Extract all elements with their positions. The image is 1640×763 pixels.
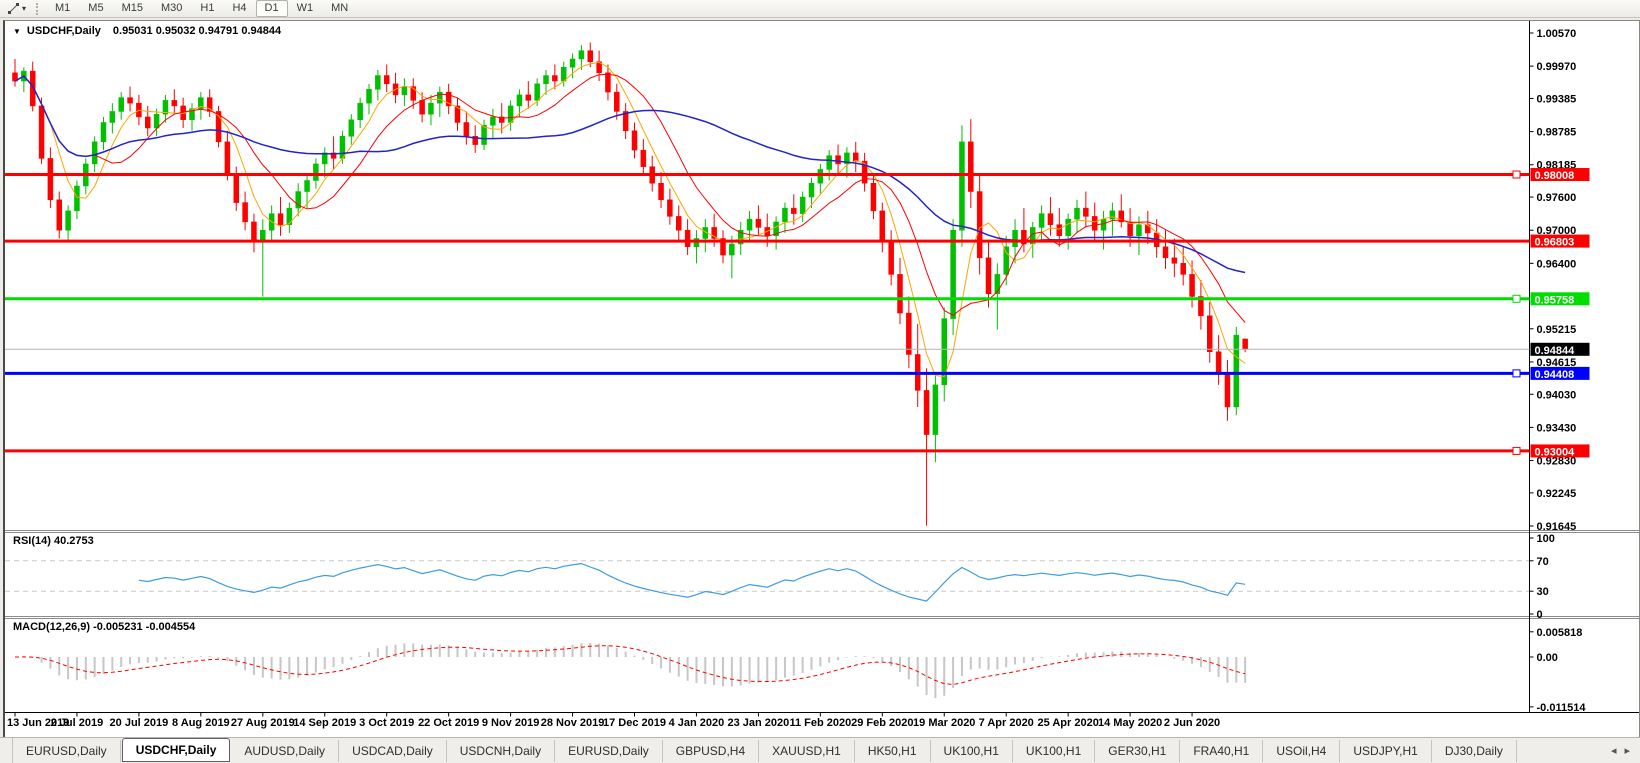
- mt4-app: ▾ M1 M5 M15 M30 H1 H4 D1 W1 MN 1.00570 0.99970 0.9…: [0, 0, 1640, 763]
- timeframe-button-m5[interactable]: M5: [79, 0, 112, 17]
- price-axis-label: 0.92245: [1537, 488, 1577, 500]
- rsi-axis-label: 100: [1537, 533, 1555, 545]
- price-axis-label: 1.00570: [1537, 28, 1577, 40]
- level-line-handle[interactable]: [1512, 446, 1521, 455]
- macd-axis-label: 0.00: [1537, 652, 1558, 664]
- current-price-label: 0.94844: [1535, 345, 1576, 357]
- time-axis-label[interactable]: 20 Jul 2019: [110, 717, 169, 729]
- tab-audusd-daily[interactable]: AUDUSD,Daily: [231, 739, 340, 762]
- time-axis-label[interactable]: 17 Dec 2019: [603, 717, 666, 729]
- time-axis-label[interactable]: 19 Mar 2020: [913, 717, 975, 729]
- price-axis-label: 0.96400: [1537, 258, 1577, 270]
- macd-axis-label: 0.005818: [1537, 627, 1583, 639]
- timeframe-button-h4[interactable]: H4: [223, 0, 255, 17]
- time-axis-label[interactable]: 23 Jan 2020: [728, 717, 790, 729]
- level-line-handle[interactable]: [1512, 294, 1521, 303]
- time-axis-label[interactable]: 4 Jan 2020: [669, 717, 725, 729]
- chart-title-bar: ▼ USDCHF,Daily 0.95031 0.95032 0.94791 0…: [13, 25, 281, 37]
- tab-scroll-left-icon[interactable]: ◂: [1611, 744, 1617, 757]
- time-axis-label[interactable]: 25 Apr 2020: [1037, 717, 1098, 729]
- macd-histogram: [22, 642, 1247, 699]
- timeframe-button-mn[interactable]: MN: [322, 0, 357, 17]
- level-price-label: 0.94408: [1535, 369, 1575, 381]
- price-axis-label: 0.99385: [1537, 93, 1577, 105]
- ohlc-readout: 0.95031 0.95032 0.94791 0.94844: [112, 25, 282, 37]
- rsi-axis-label: 0: [1537, 609, 1543, 621]
- tab-hk50-h1[interactable]: HK50,H1: [855, 739, 931, 762]
- rsi-pane-title: RSI(14) 40.2753: [13, 535, 94, 547]
- time-axis-label[interactable]: 9 Nov 2019: [482, 717, 539, 729]
- time-axis-label[interactable]: 28 Nov 2019: [541, 717, 605, 729]
- level-line-handle[interactable]: [1512, 170, 1521, 179]
- time-axis-label[interactable]: 3 Oct 2019: [359, 717, 414, 729]
- rsi-axis-label: 30: [1537, 586, 1549, 598]
- price-axis-label: 0.91645: [1537, 521, 1577, 533]
- price-axis-label: 0.99970: [1537, 61, 1577, 73]
- time-axis-label[interactable]: 14 May 2020: [1098, 717, 1162, 729]
- time-axis-label[interactable]: 22 Oct 2019: [418, 717, 479, 729]
- time-axis-label[interactable]: 2 Jul 2019: [51, 717, 104, 729]
- level-price-label: 0.98008: [1535, 170, 1575, 182]
- macd-signal-line: [14, 645, 1246, 686]
- toolbar-grip[interactable]: [36, 2, 39, 15]
- time-axis-label[interactable]: 8 Aug 2019: [172, 717, 230, 729]
- collapse-ohlc-triangle-icon[interactable]: ▼: [13, 27, 21, 36]
- time-axis-label[interactable]: 14 Sep 2019: [293, 717, 356, 729]
- chart-tabs: EURUSD,Daily USDCHF,Daily AUDUSD,Daily USDC…: [12, 737, 1517, 763]
- tab-gbpusd-h4[interactable]: GBPUSD,H4: [663, 739, 760, 762]
- tool-dropdown-caret-icon[interactable]: ▾: [22, 4, 26, 13]
- tab-scroll-arrows: ◂ ▸: [1611, 744, 1630, 757]
- tab-uk100-h1[interactable]: UK100,H1: [931, 739, 1013, 762]
- macd-pane-title: MACD(12,26,9) -0.005231 -0.004554: [13, 621, 196, 633]
- rsi-axis-label: 70: [1537, 556, 1549, 568]
- rsi-line: [138, 562, 1246, 602]
- price-axis-label: 0.94030: [1537, 389, 1577, 401]
- timeframe-button-h1[interactable]: H1: [191, 0, 223, 17]
- crosshair-line-tool-icon: [8, 3, 19, 14]
- timeframe-button-m15[interactable]: M15: [113, 0, 152, 17]
- macd-axis-label: -0.011514: [1537, 702, 1587, 714]
- tab-uk100-h1-2[interactable]: UK100,H1: [1013, 739, 1096, 762]
- time-axis-label[interactable]: 29 Feb 2020: [851, 717, 913, 729]
- symbol-timeframe-label: USDCHF,Daily: [26, 25, 101, 37]
- timeframe-toolbar: M1 M5 M15 M30 H1 H4 D1 W1 MN: [46, 0, 357, 17]
- ma-medium-line[interactable]: [14, 73, 1246, 323]
- level-price-label: 0.96803: [1535, 237, 1575, 249]
- timeframe-button-d1[interactable]: D1: [255, 0, 288, 17]
- level-line-handle[interactable]: [1512, 369, 1521, 378]
- timeframe-button-m1[interactable]: M1: [46, 0, 79, 17]
- tab-eurusd-daily[interactable]: EURUSD,Daily: [13, 739, 121, 762]
- tab-xauusd-h1[interactable]: XAUUSD,H1: [759, 739, 855, 762]
- tab-usdchf-daily[interactable]: USDCHF,Daily: [121, 737, 231, 762]
- tab-usdcnh-daily[interactable]: USDCNH,Daily: [447, 739, 556, 762]
- tab-eurusd-daily-2[interactable]: EURUSD,Daily: [555, 739, 663, 762]
- crosshair-line-tool-button[interactable]: ▾: [4, 1, 29, 16]
- price-axis-label: 0.98785: [1537, 127, 1577, 139]
- time-axis-label[interactable]: 27 Aug 2019: [231, 717, 295, 729]
- time-axis: 13 Jun 20192 Jul 2019 20 Jul 2019 8 Aug 20…: [7, 712, 1220, 729]
- tab-usoil-h4[interactable]: USOil,H4: [1263, 739, 1341, 762]
- chart-canvas[interactable]: 1.005700.999700.993850.987850.981850.976…: [5, 21, 1639, 737]
- timeframe-button-w1[interactable]: W1: [288, 0, 323, 17]
- level-price-label: 0.95758: [1535, 294, 1575, 306]
- level-price-label: 0.93004: [1535, 446, 1576, 458]
- chart-window: 1.00570 0.99970 0.99385 0.98785 0.98185 0.976…: [3, 20, 1640, 738]
- timeframe-button-m30[interactable]: M30: [152, 0, 191, 17]
- candlestick-series: [12, 42, 1248, 526]
- tab-usdcad-daily[interactable]: USDCAD,Daily: [339, 739, 447, 762]
- tab-scroll-right-icon[interactable]: ▸: [1624, 744, 1630, 757]
- tab-usdjpy-h1[interactable]: USDJPY,H1: [1340, 739, 1432, 762]
- top-toolbar: ▾ M1 M5 M15 M30 H1 H4 D1 W1 MN: [0, 0, 1640, 18]
- time-axis-label[interactable]: 11 Feb 2020: [789, 717, 851, 729]
- tab-ger30-h1[interactable]: GER30,H1: [1095, 739, 1181, 762]
- tab-dj30-daily[interactable]: DJ30,Daily: [1432, 739, 1517, 762]
- price-axis-label: 0.97600: [1537, 192, 1577, 204]
- price-axis-label: 0.93430: [1537, 422, 1577, 434]
- time-axis-label[interactable]: 2 Jun 2020: [1164, 717, 1220, 729]
- tab-fra40-h1[interactable]: FRA40,H1: [1180, 739, 1264, 762]
- price-axis-label: 0.95215: [1537, 324, 1577, 336]
- time-axis-label[interactable]: 7 Apr 2020: [979, 717, 1034, 729]
- chart-tab-bar: EURUSD,Daily USDCHF,Daily AUDUSD,Daily USDC…: [0, 737, 1640, 763]
